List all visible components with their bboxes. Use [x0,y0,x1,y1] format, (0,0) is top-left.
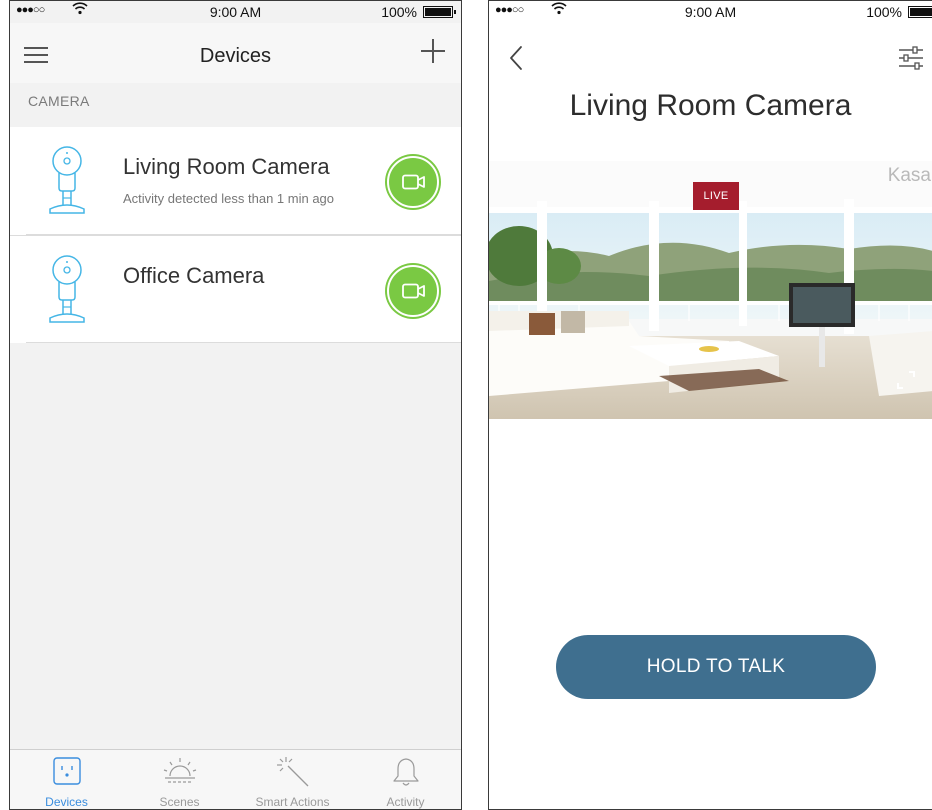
status-bar: ●●●○○ 9:00 AM 100% [489,1,932,23]
battery-percent: 100% [866,4,902,20]
chevron-left-icon [510,46,522,70]
add-device-button[interactable] [417,35,449,67]
tab-label: Activity [386,795,425,809]
battery-percent: 100% [381,4,417,20]
section-header: CAMERA [28,93,90,109]
live-view-button[interactable] [387,156,439,208]
live-video-feed[interactable]: LIVE Kasa [489,161,932,419]
camera-device-icon [49,255,85,323]
tab-activity[interactable]: Activity [349,750,461,809]
device-list: Living Room Camera Activity detected les… [10,127,461,343]
nav-bar: Devices [10,23,461,83]
plug-icon [52,757,81,785]
live-badge: LIVE [693,182,739,210]
tab-devices[interactable]: Devices [10,750,123,809]
settings-button[interactable] [896,43,926,73]
device-row-office[interactable]: Office Camera [10,235,461,343]
camera-title: Living Room Camera [569,89,852,122]
battery-icon [908,6,932,18]
fullscreen-button[interactable] [895,369,917,391]
tab-label: Devices [45,795,88,809]
tab-scenes[interactable]: Scenes [123,750,236,809]
sunrise-icon [163,758,196,783]
hold-to-talk-button[interactable]: HOLD TO TALK [556,635,876,699]
video-camera-icon [402,283,425,299]
camera-detail-screen: ●●●○○ 9:00 AM 100% Living Room Camera LI… [488,0,932,810]
tab-smart-actions[interactable]: Smart Actions [236,750,349,809]
divider [26,342,461,343]
brand-watermark: Kasa [887,165,931,186]
magic-wand-icon [276,757,308,787]
battery-icon [423,6,456,18]
devices-screen: ●●●○○ 9:00 AM 100% Devices CAMERA Living… [9,0,462,810]
tab-label: Smart Actions [255,795,330,809]
fullscreen-icon [897,371,915,389]
video-camera-icon [402,174,425,190]
status-bar: ●●●○○ 9:00 AM 100% [10,1,461,23]
device-activity-status: Activity detected less than 1 min ago [123,191,335,206]
device-name: Living Room Camera [123,154,330,179]
tab-bar: Devices Scenes Smart Actions Activity [10,749,461,809]
sliders-icon [899,46,923,70]
device-name: Office Camera [123,263,265,288]
back-button[interactable] [505,43,529,73]
live-view-button[interactable] [387,265,439,317]
camera-device-icon [49,146,85,214]
bell-icon [392,758,419,786]
page-title: Devices [199,45,272,67]
tab-label: Scenes [159,795,200,809]
device-row-living-room[interactable]: Living Room Camera Activity detected les… [10,127,461,235]
